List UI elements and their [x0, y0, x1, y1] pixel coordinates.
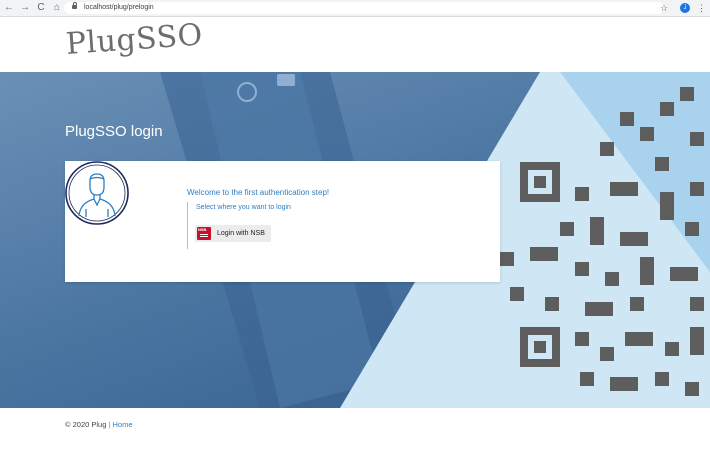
browser-toolbar: ← → C ⌂ localhost/plug/prelogin ☆ J ⋮ [0, 0, 710, 17]
address-bar[interactable]: localhost/plug/prelogin [64, 2, 664, 14]
url-text: localhost/plug/prelogin [84, 4, 154, 11]
user-avatar-icon [65, 161, 129, 225]
forward-icon[interactable]: → [19, 2, 31, 14]
reload-icon[interactable]: C [35, 2, 47, 14]
lock-icon [72, 2, 77, 9]
welcome-heading: Welcome to the first authentication step… [187, 188, 330, 197]
profile-avatar[interactable]: J [680, 3, 690, 13]
copyright-text: © 2020 Plug [65, 420, 107, 429]
nsb-logo-text: NSB [198, 227, 207, 232]
plugsso-logo: PlugSSO [64, 17, 204, 62]
page-title: PlugSSO login [65, 123, 163, 140]
home-icon[interactable]: ⌂ [51, 2, 63, 14]
home-link[interactable]: Home [113, 420, 133, 429]
login-options: Select where you want to login NSB Login… [187, 202, 388, 249]
nsb-button-label: Login with NSB [217, 230, 265, 237]
nsb-logo-icon: NSB [197, 227, 211, 240]
instruction-text: Select where you want to login [196, 204, 291, 211]
bookmark-star-icon[interactable]: ☆ [660, 2, 668, 14]
login-with-nsb-button[interactable]: NSB Login with NSB [195, 225, 271, 242]
footer: © 2020 Plug | Home [65, 420, 133, 429]
hero-banner: PlugSSO login Welcome to the first authe… [0, 72, 710, 408]
browser-menu-icon[interactable]: ⋮ [697, 2, 706, 14]
login-card: Welcome to the first authentication step… [65, 161, 500, 282]
back-icon[interactable]: ← [3, 2, 15, 14]
